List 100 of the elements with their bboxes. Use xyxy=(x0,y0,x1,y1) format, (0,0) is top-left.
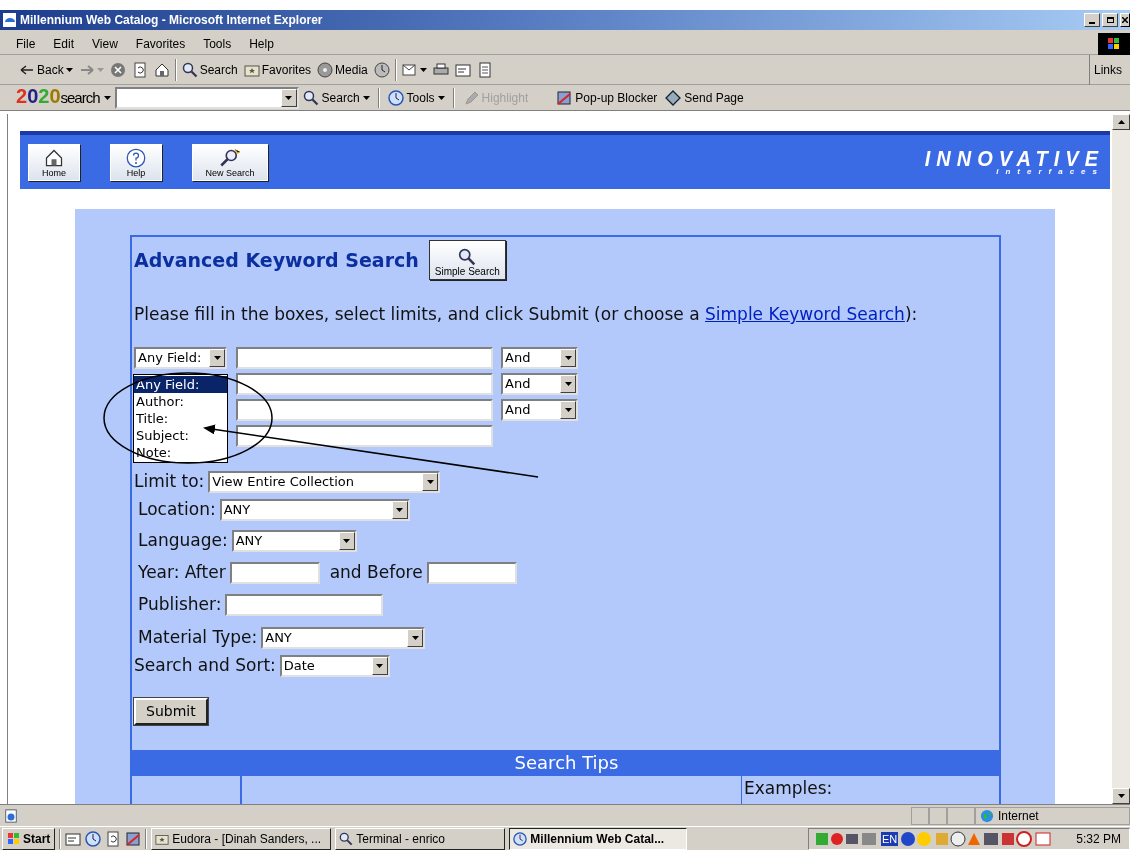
house-icon xyxy=(153,61,170,78)
caret-icon xyxy=(96,67,104,72)
dropdown-option[interactable]: Author: xyxy=(134,393,227,410)
language-indicator[interactable]: EN xyxy=(881,831,899,846)
toolbar-button[interactable]: Favorites xyxy=(240,58,315,81)
house-icon xyxy=(44,147,64,168)
caret-icon xyxy=(419,67,427,72)
menu-item[interactable]: Tools xyxy=(194,34,241,53)
year-to-field[interactable] xyxy=(426,561,517,584)
nav-button[interactable]: Home xyxy=(28,143,80,181)
browser-logo-icon xyxy=(2,12,18,28)
security-zone: Internet xyxy=(998,807,1039,825)
year-from-field[interactable] xyxy=(229,561,320,584)
dropdown-option[interactable]: Any Field: xyxy=(134,376,227,393)
nav-button[interactable]: Help xyxy=(110,143,162,181)
operator-dropdown[interactable]: And xyxy=(501,372,578,395)
toolbar-button[interactable]: Pop-up Blocker xyxy=(552,88,662,107)
field-label: Publisher: xyxy=(138,596,222,613)
search-icon xyxy=(181,61,198,78)
clock: 5:32 PM xyxy=(1076,830,1121,848)
caret-icon xyxy=(65,67,73,72)
field-label: Year: After xyxy=(138,564,226,581)
simple-keyword-search-link[interactable]: Simple Keyword Search xyxy=(705,304,905,324)
status-panel xyxy=(911,806,929,825)
logo: INNOVATIVE interfaces xyxy=(924,148,1104,176)
window-title: Millennium Web Catalog - Microsoft Internet Explorer xyxy=(20,12,323,29)
search-term-field[interactable] xyxy=(236,346,493,369)
page-icon xyxy=(4,808,18,823)
document-icon xyxy=(476,61,493,78)
scroll-up-button[interactable] xyxy=(1112,114,1130,130)
restore-button[interactable] xyxy=(1102,13,1118,27)
dropdown-option[interactable]: Title: xyxy=(134,410,227,427)
section-title: Search Tips xyxy=(514,751,619,775)
submit-button[interactable]: Submit xyxy=(134,697,208,725)
menu-item[interactable]: View xyxy=(83,34,127,53)
pen-icon xyxy=(462,89,479,106)
instructions-text: Please fill in the boxes, select limits, and click Submit (or choose a Simple Keyword Search): xyxy=(134,303,919,326)
scrollbar[interactable] xyxy=(1112,114,1130,804)
caret-icon xyxy=(362,95,370,100)
envelope-icon xyxy=(401,61,418,78)
field-label: and Before xyxy=(329,564,423,581)
clock-icon xyxy=(85,830,102,847)
limit-dropdown[interactable]: Date xyxy=(279,654,390,677)
refresh-icon xyxy=(131,61,148,78)
limit-dropdown[interactable]: ANY xyxy=(231,529,357,552)
clock-icon xyxy=(513,831,528,846)
toolbar-button[interactable]: Search xyxy=(298,88,374,107)
menu-item[interactable]: Help xyxy=(240,34,283,53)
limit-dropdown[interactable]: ANY xyxy=(261,626,426,649)
menu-item[interactable]: File xyxy=(0,34,45,53)
dropdown-option[interactable]: Note: xyxy=(134,444,227,461)
search-field[interactable] xyxy=(114,86,299,109)
close-icon xyxy=(1122,17,1128,23)
toolbar-button[interactable]: Back xyxy=(16,58,76,81)
menu-item[interactable]: Favorites xyxy=(126,34,195,53)
close-button[interactable] xyxy=(1120,13,1130,27)
field-label: Language: xyxy=(138,532,228,549)
stop-icon xyxy=(109,61,126,78)
dropdown-option[interactable]: Subject: xyxy=(134,427,227,444)
search-term-field[interactable] xyxy=(236,398,493,421)
toolbar-button[interactable]: Tools xyxy=(383,88,449,107)
toolbar-button[interactable]: Send Page xyxy=(661,88,748,107)
menu-item[interactable]: Edit xyxy=(44,34,84,53)
search-term-field[interactable] xyxy=(236,424,493,447)
limit-dropdown[interactable]: View Entire Collection xyxy=(208,470,441,493)
scroll-down-button[interactable] xyxy=(1112,788,1130,804)
tray-icons-drawing xyxy=(815,830,879,847)
taskbar-button[interactable]: Millennium Web Catal... xyxy=(509,827,688,850)
field-label: Search and Sort: xyxy=(134,657,276,674)
operator-dropdown[interactable]: And xyxy=(501,346,578,369)
taskbar-button[interactable]: Terminal - enrico xyxy=(335,827,506,850)
toolbar-button[interactable]: Search xyxy=(178,58,241,81)
search-icon xyxy=(339,831,354,846)
caret-icon xyxy=(103,95,111,100)
question-icon xyxy=(126,147,146,168)
start-button[interactable]: Start xyxy=(2,827,56,850)
toolbar-button[interactable]: Media xyxy=(314,58,371,81)
limit-dropdown[interactable]: ANY xyxy=(219,498,410,521)
simple-search-button[interactable]: Simple Search xyxy=(428,240,506,280)
down-arrow-icon xyxy=(1117,794,1125,798)
nav-button[interactable]: New Search xyxy=(192,143,268,181)
taskbar-button[interactable]: Eudora - [Dinah Sanders, ... xyxy=(151,827,332,850)
links-button[interactable]: Links xyxy=(1094,60,1122,79)
table-header: Examples: xyxy=(743,776,833,800)
field-label: Material Type: xyxy=(138,629,258,646)
disc-icon xyxy=(317,61,334,78)
form-title: Advanced Keyword Search xyxy=(134,247,419,273)
globe-icon xyxy=(980,808,994,823)
input-field[interactable] xyxy=(225,593,384,616)
clock-icon xyxy=(387,89,404,106)
field-label: Limit to: xyxy=(134,473,205,490)
blocked-window-icon xyxy=(125,830,142,847)
operator-dropdown[interactable]: And xyxy=(501,398,578,421)
search-icon xyxy=(302,89,319,106)
caret-icon xyxy=(437,95,445,100)
search-term-field[interactable] xyxy=(236,372,493,395)
search-icon xyxy=(220,147,240,168)
blocked-window-icon xyxy=(556,89,573,106)
minimize-button[interactable] xyxy=(1084,13,1100,27)
field-dropdown[interactable]: Any Field: xyxy=(134,346,227,369)
